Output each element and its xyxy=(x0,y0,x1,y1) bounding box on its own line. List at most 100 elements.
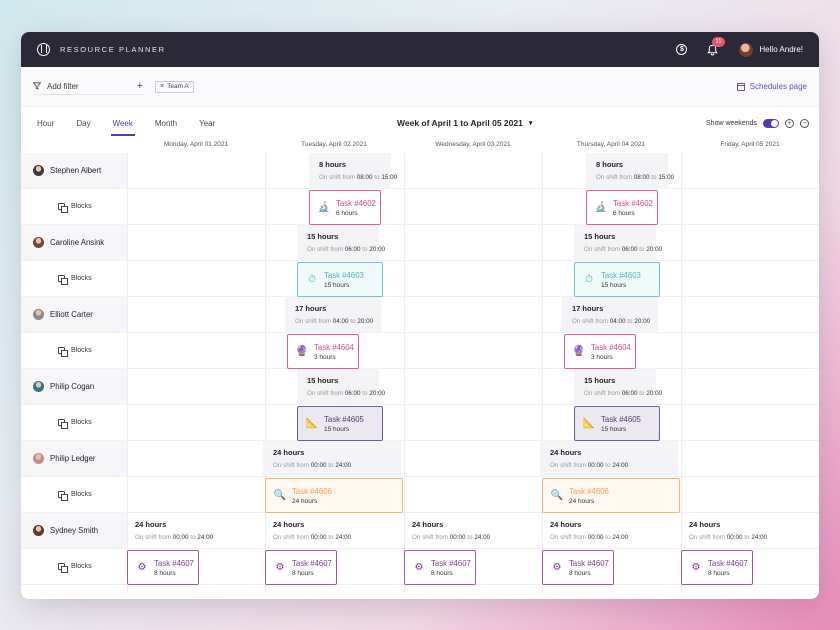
tab-week[interactable]: Week xyxy=(110,111,136,136)
tab-month[interactable]: Month xyxy=(155,111,177,136)
tab-year[interactable]: Year xyxy=(199,111,215,136)
ruler-icon: 📐 xyxy=(305,418,319,429)
shift-info[interactable]: 24 hours On shift from 00:00 to 24:00 xyxy=(273,448,351,469)
task-card[interactable]: 🔬 Task #4602 6 hours xyxy=(586,190,658,225)
blocks-label-cell: Blocks xyxy=(21,333,127,368)
task-card[interactable]: ⚙ Task #4607 8 hours xyxy=(265,550,337,585)
shift-info[interactable]: 15 hours On shift from 06:00 to 20:00 xyxy=(584,376,662,397)
shift-info[interactable]: 24 hours On shift from 00:00 to 24:00 xyxy=(273,520,351,541)
tab-day[interactable]: Day xyxy=(76,111,90,136)
person-name-cell[interactable]: Philip Cogan xyxy=(21,369,127,404)
blocks-icon xyxy=(58,419,68,429)
blocks-icon xyxy=(58,563,68,573)
shift-info[interactable]: 15 hours On shift from 06:00 to 20:00 xyxy=(307,232,385,253)
view-tabs-bar: Hour Day Week Month Year Week of April 1… xyxy=(21,107,819,139)
blocks-label-cell: Blocks xyxy=(21,405,127,440)
shift-hours: 24 hours xyxy=(550,520,582,529)
task-card[interactable]: 🔍 Task #4606 24 hours xyxy=(265,478,403,513)
shift-hours: 24 hours xyxy=(273,520,305,529)
schedules-page-link[interactable]: Schedules page xyxy=(736,82,807,91)
blocks-row: Blocks ⚙ Task #4607 8 hours ⚙ Task #4607 8 hou… xyxy=(21,549,819,585)
user-avatar[interactable] xyxy=(739,42,754,57)
shift-info[interactable]: 24 hours On shift from 00:00 to 24:00 xyxy=(550,520,628,541)
zoom-in-button[interactable]: + xyxy=(785,118,794,128)
task-card[interactable]: 🔬 Task #4602 6 hours xyxy=(309,190,381,225)
task-title: Task #4604 xyxy=(591,342,631,352)
person-name-cell[interactable]: Elliott Carter xyxy=(21,297,127,332)
task-hours: 15 hours xyxy=(601,281,627,289)
task-card[interactable]: ⚙ Task #4607 8 hours xyxy=(681,550,753,585)
task-card[interactable]: 🔍 Task #4606 24 hours xyxy=(542,478,680,513)
task-title: Task #4607 xyxy=(569,558,609,568)
shift-info[interactable]: 17 hours On shift from 04:00 to 20:00 xyxy=(295,304,373,325)
person-name-cell[interactable]: Sydney Smith xyxy=(21,513,127,548)
greeting-text: Hello Andre! xyxy=(759,45,803,54)
notifications-button[interactable]: 11 xyxy=(707,36,725,56)
shift-hours: 17 hours xyxy=(572,304,604,313)
person-name-cell[interactable]: Stephen Albert xyxy=(21,153,127,188)
task-card[interactable]: ⏱ Task #4603 15 hours xyxy=(297,262,383,297)
blocks-row: Blocks 🔮 Task #4604 3 hours 🔮 Task #4604 3 hou… xyxy=(21,333,819,369)
shift-info[interactable]: 8 hours On shift from 08:00 to 15:00 xyxy=(319,160,397,181)
shift-info[interactable]: 15 hours On shift from 06:00 to 20:00 xyxy=(584,232,662,253)
shift-info[interactable]: 24 hours On shift from 00:00 to 24:00 xyxy=(689,520,767,541)
shift-hours: 24 hours xyxy=(412,520,444,529)
close-icon[interactable]: × xyxy=(160,83,164,90)
person-row: Stephen Albert 8 hours On shift from 08:00… xyxy=(21,153,819,189)
task-hours: 15 hours xyxy=(324,425,350,433)
magnifier-icon: 🔍 xyxy=(550,490,564,501)
show-weekends-label: Show weekends xyxy=(706,119,757,127)
task-title: Task #4606 xyxy=(292,486,332,496)
task-hours: 8 hours xyxy=(154,569,176,577)
stopwatch-icon: ⏱ xyxy=(585,274,593,285)
person-name-cell[interactable]: Philip Ledger xyxy=(21,441,127,476)
person-name-cell[interactable]: Caroline Ansink xyxy=(21,225,127,260)
task-hours: 6 hours xyxy=(336,209,358,217)
add-filter-input[interactable]: Add filter + xyxy=(33,79,143,95)
gear-icon: ⚙ xyxy=(691,562,701,573)
blocks-label-cell: Blocks xyxy=(21,477,127,512)
shift-hours: 15 hours xyxy=(584,232,616,241)
shift-info[interactable]: 8 hours On shift from 08:00 to 15:00 xyxy=(596,160,674,181)
avatar xyxy=(33,453,44,464)
task-card[interactable]: 🔮 Task #4604 3 hours xyxy=(564,334,636,369)
shift-hours: 15 hours xyxy=(307,232,339,241)
shift-range: On shift from 06:00 to 20:00 xyxy=(307,246,386,253)
show-weekends-toggle[interactable] xyxy=(763,118,779,128)
blocks-label-cell: Blocks xyxy=(21,189,127,224)
filter-chip-team[interactable]: × Team A xyxy=(155,80,194,93)
billing-icon[interactable]: $ xyxy=(676,44,688,55)
task-card[interactable]: 🔮 Task #4604 3 hours xyxy=(287,334,359,369)
shift-info[interactable]: 15 hours On shift from 06:00 to 20:00 xyxy=(307,376,385,397)
shift-info[interactable]: 24 hours On shift from 00:00 to 24:00 xyxy=(135,520,213,541)
shift-hours: 17 hours xyxy=(295,304,327,313)
day-header: Friday, April 05 2021 xyxy=(720,141,780,148)
tab-hour[interactable]: Hour xyxy=(37,111,54,136)
weekend-controls: Show weekends + − xyxy=(706,118,809,128)
task-card[interactable]: ⚙ Task #4607 8 hours xyxy=(404,550,476,585)
shift-hours: 24 hours xyxy=(550,448,582,457)
task-title: Task #4606 xyxy=(569,486,609,496)
task-card[interactable]: ⏱ Task #4603 15 hours xyxy=(574,262,660,297)
week-selector[interactable]: Week of April 1 to April 05 2021 ▾ xyxy=(397,118,532,128)
task-hours: 8 hours xyxy=(569,569,591,577)
microscope-icon: 🔬 xyxy=(594,202,608,213)
shift-info[interactable]: 17 hours On shift from 04:00 to 20:00 xyxy=(572,304,650,325)
shift-range: On shift from 00:00 to 24:00 xyxy=(135,534,214,541)
shift-info[interactable]: 24 hours On shift from 00:00 to 24:00 xyxy=(550,448,628,469)
shift-info[interactable]: 24 hours On shift from 00:00 to 24:00 xyxy=(412,520,490,541)
blocks-label: Blocks xyxy=(71,419,92,426)
zoom-out-button[interactable]: − xyxy=(800,118,809,128)
task-card[interactable]: ⚙ Task #4607 8 hours xyxy=(127,550,199,585)
chevron-down-icon: ▾ xyxy=(528,120,533,127)
filter-bar: Add filter + × Team A Schedules page xyxy=(21,67,819,107)
task-card[interactable]: 📐 Task #4605 15 hours xyxy=(297,406,383,441)
blocks-row: Blocks ⏱ Task #4603 15 hours ⏱ Task #4603 15 h… xyxy=(21,261,819,297)
plus-icon[interactable]: + xyxy=(137,80,143,92)
blocks-row: Blocks 🔍 Task #4606 24 hours 🔍 Task #4606 24 h… xyxy=(21,477,819,513)
task-card[interactable]: ⚙ Task #4607 8 hours xyxy=(542,550,614,585)
person-name: Caroline Ansink xyxy=(50,238,105,247)
microscope-icon: 🔬 xyxy=(317,202,331,213)
task-card[interactable]: 📐 Task #4605 15 hours xyxy=(574,406,660,441)
day-header: Thursday, April 04 2021 xyxy=(576,141,646,148)
